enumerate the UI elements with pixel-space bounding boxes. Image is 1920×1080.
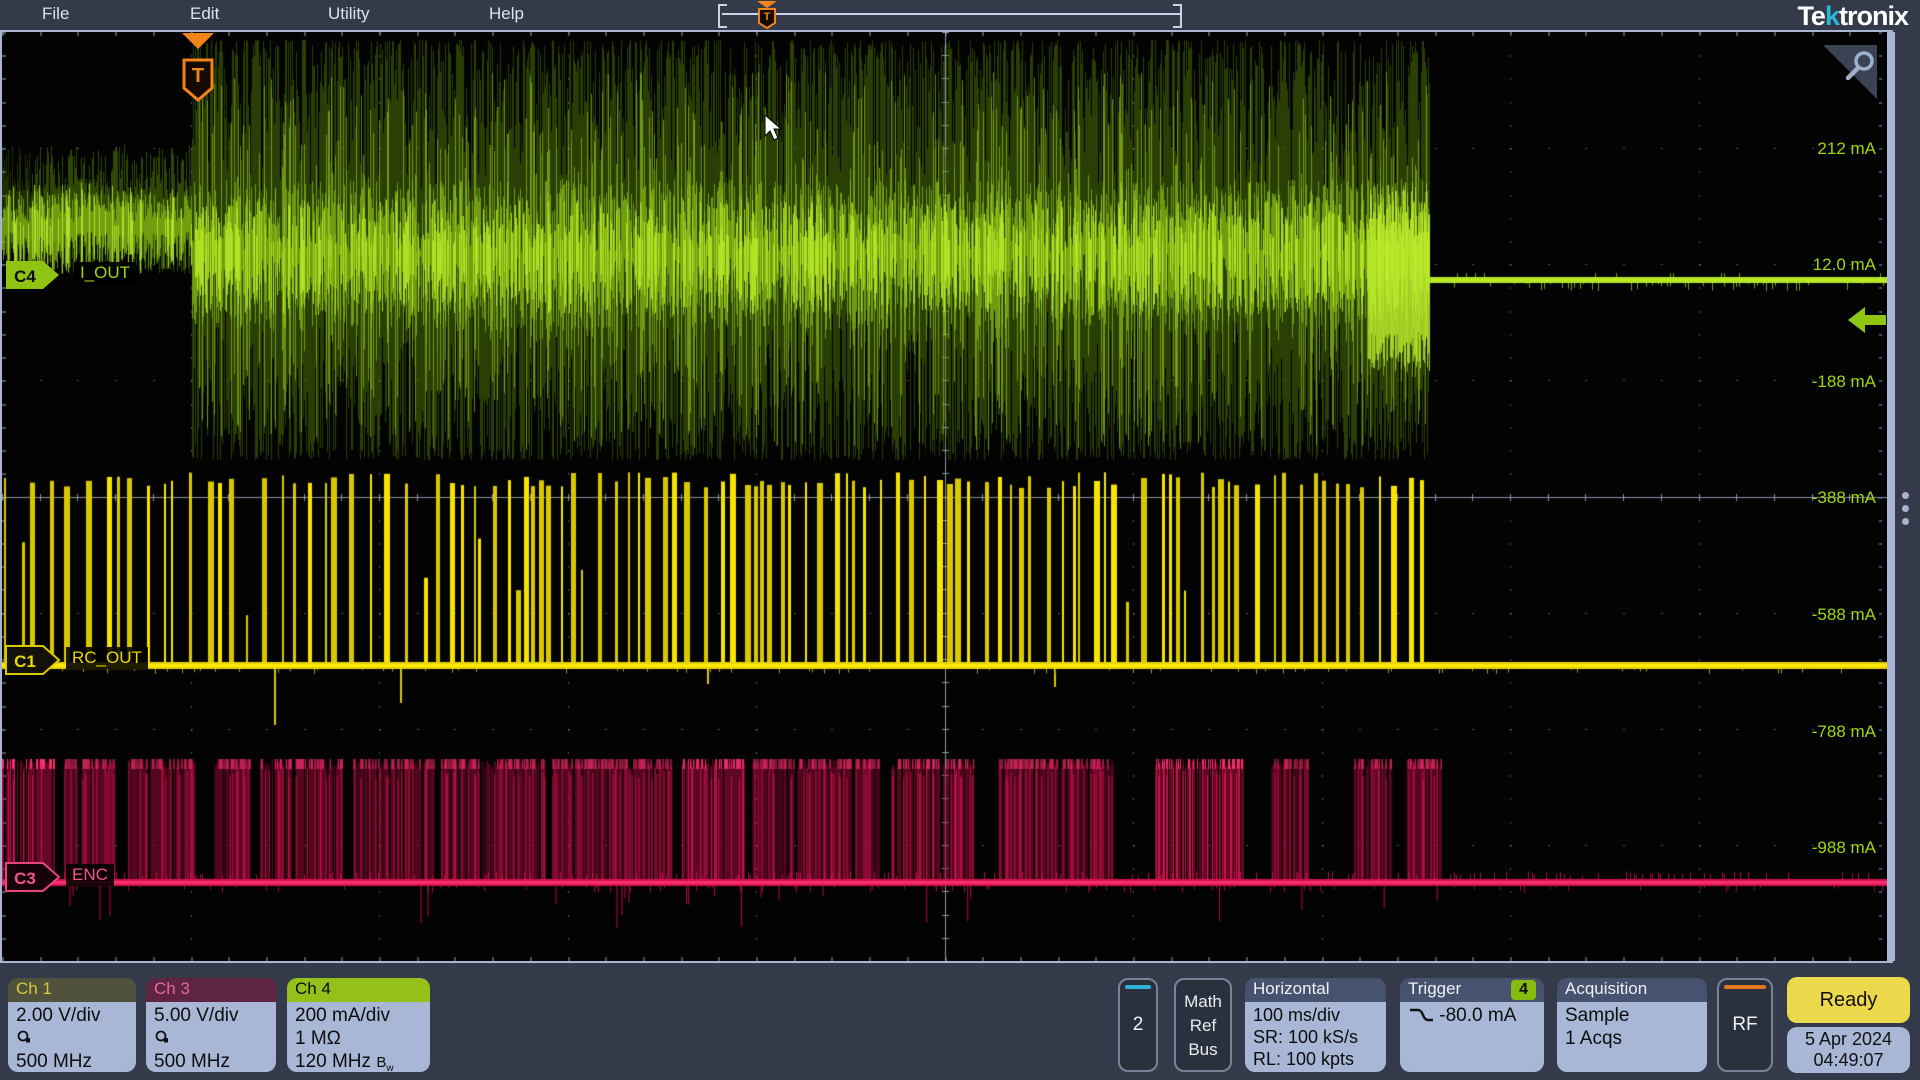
svg-text:C4: C4 [14,267,36,286]
datetime-badge: 5 Apr 2024 04:49:07 [1787,1027,1910,1073]
ch1-bandwidth: 500 MHz [16,1050,128,1072]
results-bar-handle[interactable] [1899,492,1911,532]
ref-label: Ref [1176,1014,1230,1038]
tektronix-logo: Tektronix [1797,1,1908,32]
horizontal-position-indicator[interactable] [722,13,1180,15]
trigger-position-marker[interactable]: T [174,32,224,104]
ch4-title: Ch 4 [287,978,430,1002]
badge-ch1[interactable]: Ch 1 2.00 V/div 500 MHz [8,978,136,1072]
acquisition-count: 1 Acqs [1565,1027,1699,1050]
badge-horizontal[interactable]: Horizontal 100 ms/div SR: 100 kS/s RL: 1… [1245,978,1386,1072]
falling-edge-icon [1408,1006,1434,1024]
channel-flag-ch1[interactable]: C1 [5,645,61,675]
time-text: 04:49:07 [1813,1050,1883,1071]
svg-text:C1: C1 [14,652,36,671]
status-bar: Ch 1 2.00 V/div 500 MHz Ch 3 5.00 V/div … [0,963,1920,1080]
badge-acquisition[interactable]: Acquisition Sample 1 Acqs [1557,978,1707,1072]
menu-utility[interactable]: Utility [328,4,370,24]
horizontal-scale: 100 ms/div [1253,1004,1378,1026]
scale-label-6: -788 mA [1812,722,1876,742]
ch4-impedance: 1 MΩ [295,1027,422,1050]
trigger-marker-letter: T [192,65,204,87]
zoom-corner-button[interactable] [1817,40,1883,102]
probe-symbol-icon [154,1027,268,1050]
ch1-title: Ch 1 [8,978,136,1002]
badge-ch2-collapsed[interactable]: 2 [1118,978,1158,1072]
trigger-title: Trigger [1408,979,1461,998]
badge-ch3[interactable]: Ch 3 5.00 V/div 500 MHz [146,978,276,1072]
trigger-position-minimap-icon[interactable]: T [755,1,779,29]
math-label: Math [1176,990,1230,1014]
scale-label-1: 212 mA [1817,139,1876,159]
ch3-bandwidth: 500 MHz [154,1050,268,1072]
scale-label-5: -588 mA [1812,605,1876,625]
waveform-display: T 212 mA 12.0 mA -188 mA -388 mA -588 mA… [0,30,1893,963]
acquisition-status-badge[interactable]: Ready [1787,977,1910,1023]
right-scrollbar[interactable] [1887,32,1895,961]
menu-edit[interactable]: Edit [190,4,219,24]
horizontal-title: Horizontal [1245,978,1386,1002]
badge-math-ref-bus[interactable]: Math Ref Bus [1174,978,1232,1072]
acq-window-left-bracket [718,4,727,28]
trace-label-rcout[interactable]: RC_OUT [66,647,148,669]
scale-label-4: -388 mA [1812,488,1876,508]
ch2-number: 2 [1120,1014,1156,1036]
badge-ch4[interactable]: Ch 4 200 mA/div 1 MΩ 120 MHz Bw [287,978,430,1072]
waveform-canvas[interactable] [2,32,1887,961]
ch2-color-bar [1125,985,1151,989]
channel-flag-ch4[interactable]: C4 [5,260,61,290]
trigger-level-arrow[interactable] [1848,307,1886,334]
rf-color-bar [1724,985,1766,989]
trigger-level: -80.0 mA [1439,1005,1516,1026]
badge-rf[interactable]: RF [1717,978,1773,1072]
oscilloscope-screen: File Edit Utility Help T Tektronix T 212… [0,0,1920,1080]
trace-label-iout[interactable]: I_OUT [74,262,136,284]
date-text: 5 Apr 2024 [1805,1029,1892,1050]
horizontal-sample-rate: SR: 100 kS/s [1253,1026,1378,1048]
scale-label-3: -188 mA [1812,372,1876,392]
badge-trigger[interactable]: Trigger 4 -80.0 mA [1400,978,1544,1072]
horizontal-record-length: RL: 100 kpts [1253,1048,1378,1070]
ch1-scale: 2.00 V/div [16,1004,128,1027]
trace-label-enc[interactable]: ENC [66,864,114,886]
menu-file[interactable]: File [42,4,69,24]
bandwidth-limit-icon: Bw [376,1054,393,1071]
bus-label: Bus [1176,1038,1230,1062]
menu-bar: File Edit Utility Help T Tektronix [0,0,1920,30]
acquisition-title: Acquisition [1557,978,1707,1002]
scale-label-2: 12.0 mA [1813,255,1876,275]
acquisition-mode: Sample [1565,1004,1699,1027]
rf-label: RF [1719,1014,1771,1036]
probe-symbol-icon [16,1027,128,1050]
ch4-scale: 200 mA/div [295,1004,422,1027]
ch4-bandwidth: 120 MHz Bw [295,1050,422,1072]
trigger-source-chip: 4 [1511,980,1536,1000]
ch3-scale: 5.00 V/div [154,1004,268,1027]
menu-help[interactable]: Help [489,4,524,24]
scale-label-7: -988 mA [1812,838,1876,858]
mouse-cursor [764,114,786,144]
trigger-minimap-letter: T [764,11,771,23]
channel-flag-ch3[interactable]: C3 [5,862,61,892]
svg-text:C3: C3 [14,869,36,888]
acq-window-right-bracket [1173,4,1182,28]
ch3-title: Ch 3 [146,978,276,1002]
